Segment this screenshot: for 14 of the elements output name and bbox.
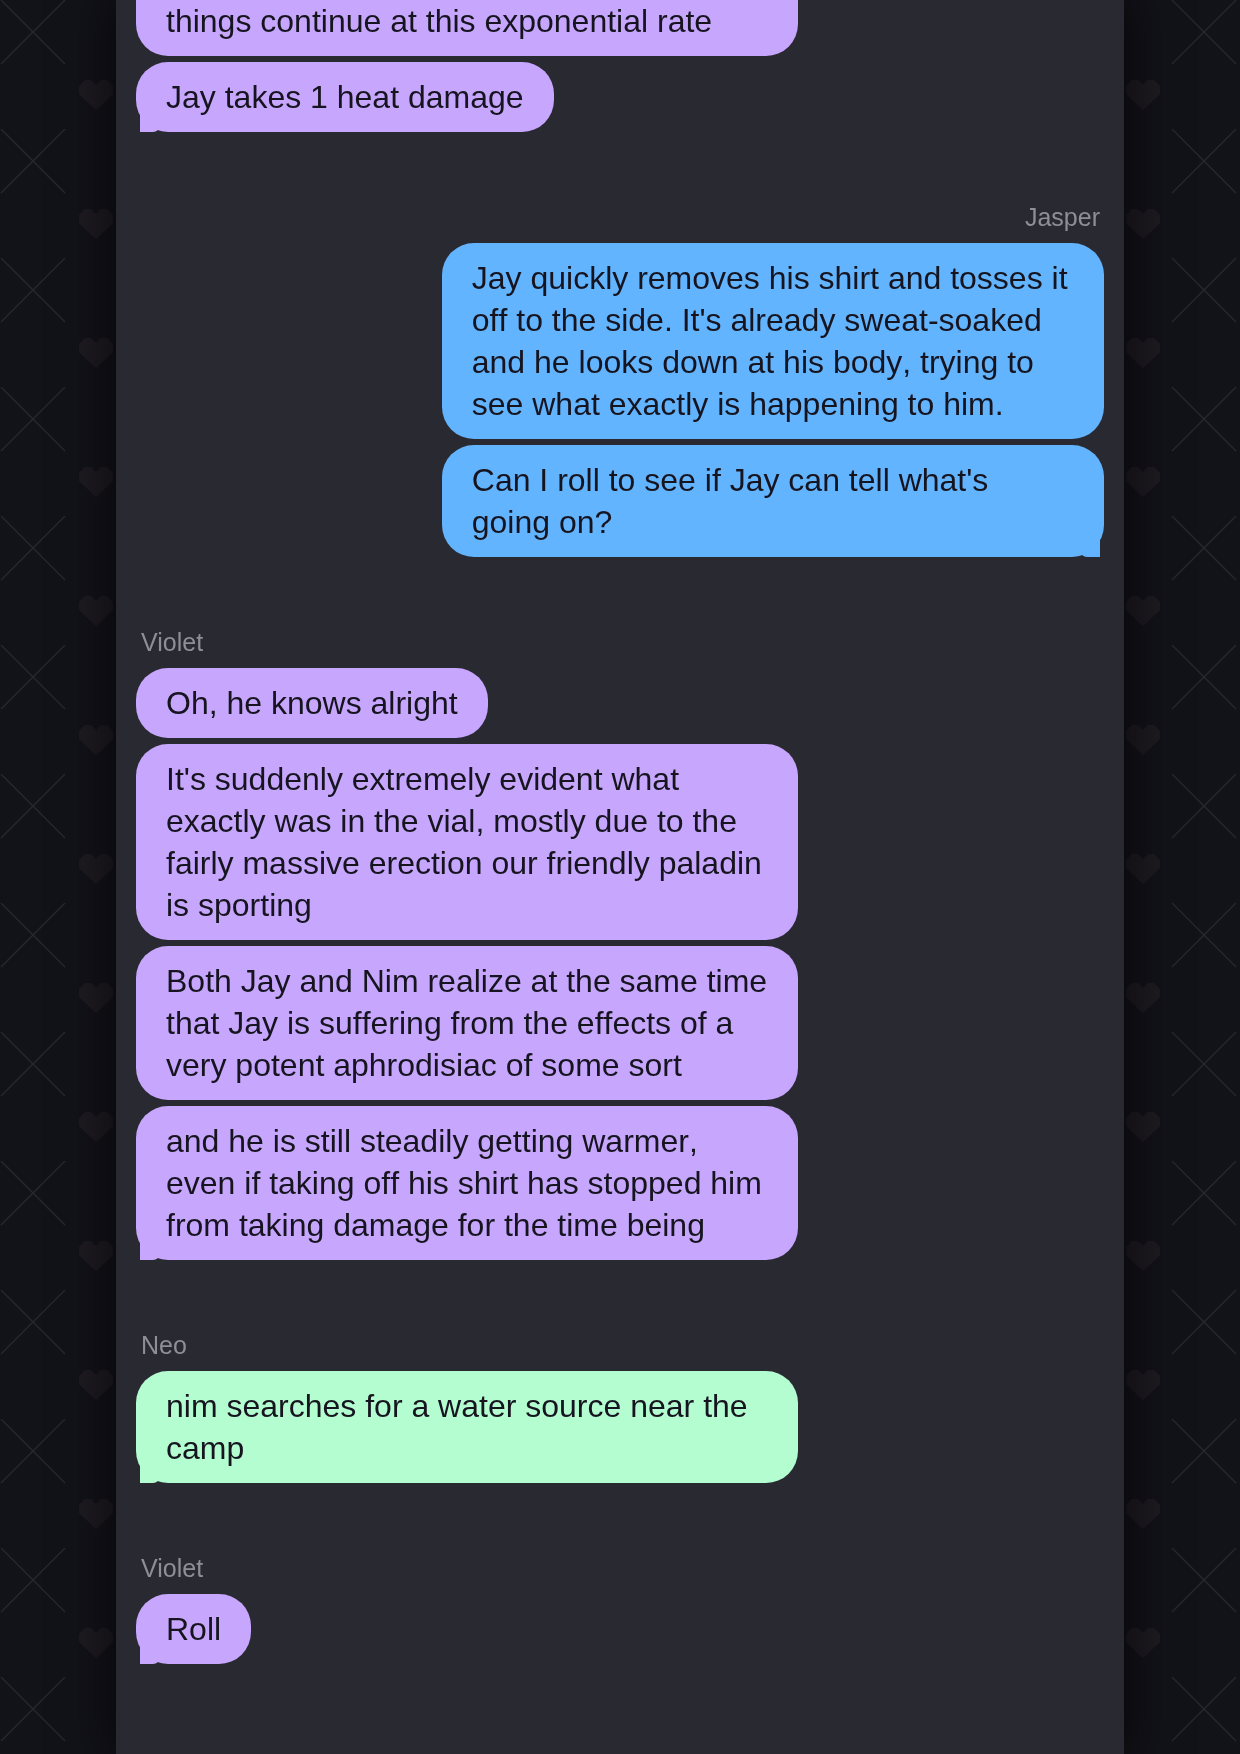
- message-bubble: Jay quickly removes his shirt and tosses it off to the side. It's already sweat-soaked and he looks down at his body, trying to see what exactly is happening to him.: [441, 243, 1104, 439]
- sender-name: Jasper: [1024, 202, 1100, 232]
- message-bubble: Can I roll to see if Jay can tell what's going on?: [441, 445, 1104, 557]
- message-bubble: Oh, he knows alright: [136, 668, 488, 738]
- message-bubble: Roll: [136, 1594, 252, 1664]
- sender-name: Neo: [141, 1330, 187, 1360]
- message-bubble: things continue at this exponential rate: [136, 0, 799, 56]
- sender-name: Violet: [141, 627, 204, 657]
- message-bubble: Jay takes 1 heat damage: [136, 62, 554, 132]
- message-bubble: and he is still steadily getting warmer, even if taking off his shirt has stopped him from taking damage for the time being: [136, 1106, 799, 1260]
- message-bubble: nim searches for a water source near the camp: [136, 1371, 799, 1483]
- sender-name: Violet: [141, 1553, 204, 1583]
- message-bubble: It's suddenly extremely evident what exactly was in the vial, mostly due to the fairly massive erection our friendly paladin is sporting: [136, 744, 799, 940]
- message-bubble: Both Jay and Nim realize at the same time that Jay is suffering from the effects of a very potent aphrodisiac of some sort: [136, 946, 799, 1100]
